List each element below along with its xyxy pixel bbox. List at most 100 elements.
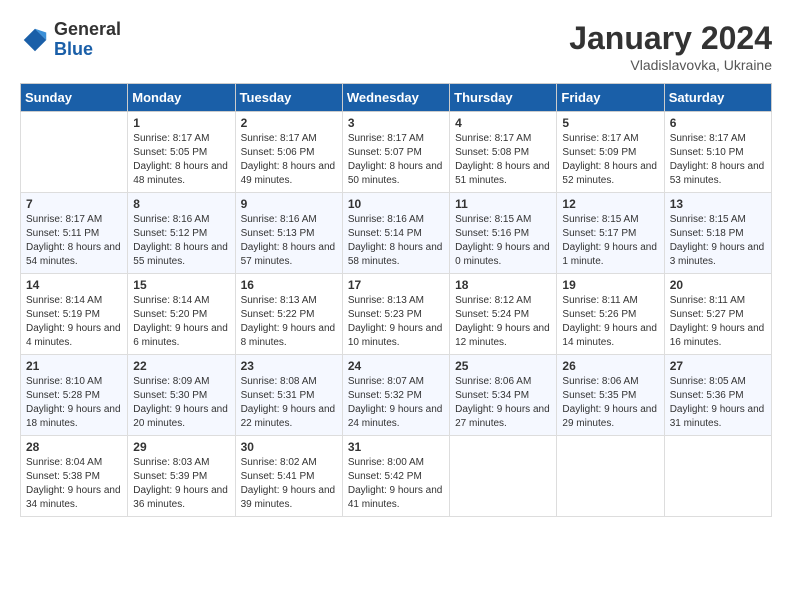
weekday-header-row: SundayMondayTuesdayWednesdayThursdayFrid… — [21, 84, 772, 112]
day-info: Sunrise: 8:13 AMSunset: 5:23 PMDaylight:… — [348, 294, 444, 350]
day-info: Sunrise: 8:14 AMSunset: 5:20 PMDaylight:… — [133, 294, 229, 350]
logo-text: General Blue — [54, 20, 121, 60]
day-info: Sunrise: 8:06 AMSunset: 5:35 PMDaylight:… — [562, 375, 658, 431]
day-number: 21 — [26, 359, 122, 373]
weekday-header: Friday — [557, 84, 664, 112]
calendar-cell: 18 Sunrise: 8:12 AMSunset: 5:24 PMDaylig… — [450, 274, 557, 355]
day-number: 25 — [455, 359, 551, 373]
calendar-cell: 12 Sunrise: 8:15 AMSunset: 5:17 PMDaylig… — [557, 193, 664, 274]
calendar-cell — [450, 436, 557, 517]
calendar-cell: 9 Sunrise: 8:16 AMSunset: 5:13 PMDayligh… — [235, 193, 342, 274]
day-info: Sunrise: 8:17 AMSunset: 5:07 PMDaylight:… — [348, 132, 444, 188]
calendar-cell — [557, 436, 664, 517]
day-info: Sunrise: 8:13 AMSunset: 5:22 PMDaylight:… — [241, 294, 337, 350]
day-number: 26 — [562, 359, 658, 373]
day-info: Sunrise: 8:06 AMSunset: 5:34 PMDaylight:… — [455, 375, 551, 431]
calendar-cell: 14 Sunrise: 8:14 AMSunset: 5:19 PMDaylig… — [21, 274, 128, 355]
day-number: 23 — [241, 359, 337, 373]
logo-blue: Blue — [54, 40, 121, 60]
day-info: Sunrise: 8:17 AMSunset: 5:11 PMDaylight:… — [26, 213, 122, 269]
weekday-header: Thursday — [450, 84, 557, 112]
calendar-cell: 17 Sunrise: 8:13 AMSunset: 5:23 PMDaylig… — [342, 274, 449, 355]
day-info: Sunrise: 8:16 AMSunset: 5:12 PMDaylight:… — [133, 213, 229, 269]
calendar-cell: 10 Sunrise: 8:16 AMSunset: 5:14 PMDaylig… — [342, 193, 449, 274]
calendar-cell: 29 Sunrise: 8:03 AMSunset: 5:39 PMDaylig… — [128, 436, 235, 517]
day-info: Sunrise: 8:00 AMSunset: 5:42 PMDaylight:… — [348, 456, 444, 512]
calendar-cell: 15 Sunrise: 8:14 AMSunset: 5:20 PMDaylig… — [128, 274, 235, 355]
day-info: Sunrise: 8:08 AMSunset: 5:31 PMDaylight:… — [241, 375, 337, 431]
day-info: Sunrise: 8:14 AMSunset: 5:19 PMDaylight:… — [26, 294, 122, 350]
calendar-cell: 11 Sunrise: 8:15 AMSunset: 5:16 PMDaylig… — [450, 193, 557, 274]
logo-general: General — [54, 20, 121, 40]
calendar-cell: 3 Sunrise: 8:17 AMSunset: 5:07 PMDayligh… — [342, 112, 449, 193]
calendar-cell: 27 Sunrise: 8:05 AMSunset: 5:36 PMDaylig… — [664, 355, 771, 436]
month-title: January 2024 — [569, 20, 772, 57]
day-info: Sunrise: 8:15 AMSunset: 5:16 PMDaylight:… — [455, 213, 551, 269]
day-number: 20 — [670, 278, 766, 292]
calendar-cell: 6 Sunrise: 8:17 AMSunset: 5:10 PMDayligh… — [664, 112, 771, 193]
day-info: Sunrise: 8:10 AMSunset: 5:28 PMDaylight:… — [26, 375, 122, 431]
day-info: Sunrise: 8:16 AMSunset: 5:13 PMDaylight:… — [241, 213, 337, 269]
logo-icon — [20, 25, 50, 55]
calendar-cell — [21, 112, 128, 193]
weekday-header: Tuesday — [235, 84, 342, 112]
day-number: 7 — [26, 197, 122, 211]
day-number: 19 — [562, 278, 658, 292]
day-info: Sunrise: 8:11 AMSunset: 5:26 PMDaylight:… — [562, 294, 658, 350]
day-number: 2 — [241, 116, 337, 130]
day-info: Sunrise: 8:15 AMSunset: 5:17 PMDaylight:… — [562, 213, 658, 269]
calendar-cell: 5 Sunrise: 8:17 AMSunset: 5:09 PMDayligh… — [557, 112, 664, 193]
day-number: 13 — [670, 197, 766, 211]
day-number: 28 — [26, 440, 122, 454]
day-info: Sunrise: 8:05 AMSunset: 5:36 PMDaylight:… — [670, 375, 766, 431]
day-info: Sunrise: 8:04 AMSunset: 5:38 PMDaylight:… — [26, 456, 122, 512]
calendar-cell: 2 Sunrise: 8:17 AMSunset: 5:06 PMDayligh… — [235, 112, 342, 193]
day-number: 30 — [241, 440, 337, 454]
day-info: Sunrise: 8:17 AMSunset: 5:06 PMDaylight:… — [241, 132, 337, 188]
day-number: 27 — [670, 359, 766, 373]
calendar-cell: 26 Sunrise: 8:06 AMSunset: 5:35 PMDaylig… — [557, 355, 664, 436]
day-number: 16 — [241, 278, 337, 292]
weekday-header: Wednesday — [342, 84, 449, 112]
day-info: Sunrise: 8:17 AMSunset: 5:10 PMDaylight:… — [670, 132, 766, 188]
weekday-header: Sunday — [21, 84, 128, 112]
calendar-week-row: 21 Sunrise: 8:10 AMSunset: 5:28 PMDaylig… — [21, 355, 772, 436]
calendar-table: SundayMondayTuesdayWednesdayThursdayFrid… — [20, 83, 772, 517]
calendar-cell: 13 Sunrise: 8:15 AMSunset: 5:18 PMDaylig… — [664, 193, 771, 274]
calendar-week-row: 14 Sunrise: 8:14 AMSunset: 5:19 PMDaylig… — [21, 274, 772, 355]
calendar-cell: 16 Sunrise: 8:13 AMSunset: 5:22 PMDaylig… — [235, 274, 342, 355]
calendar-cell: 20 Sunrise: 8:11 AMSunset: 5:27 PMDaylig… — [664, 274, 771, 355]
day-info: Sunrise: 8:17 AMSunset: 5:08 PMDaylight:… — [455, 132, 551, 188]
calendar-cell: 30 Sunrise: 8:02 AMSunset: 5:41 PMDaylig… — [235, 436, 342, 517]
day-info: Sunrise: 8:09 AMSunset: 5:30 PMDaylight:… — [133, 375, 229, 431]
day-number: 8 — [133, 197, 229, 211]
day-number: 24 — [348, 359, 444, 373]
location: Vladislavovka, Ukraine — [569, 57, 772, 73]
logo: General Blue — [20, 20, 121, 60]
day-number: 10 — [348, 197, 444, 211]
day-number: 11 — [455, 197, 551, 211]
title-section: January 2024 Vladislavovka, Ukraine — [569, 20, 772, 73]
calendar-week-row: 28 Sunrise: 8:04 AMSunset: 5:38 PMDaylig… — [21, 436, 772, 517]
day-number: 6 — [670, 116, 766, 130]
day-number: 22 — [133, 359, 229, 373]
day-number: 4 — [455, 116, 551, 130]
day-number: 18 — [455, 278, 551, 292]
weekday-header: Monday — [128, 84, 235, 112]
calendar-cell: 19 Sunrise: 8:11 AMSunset: 5:26 PMDaylig… — [557, 274, 664, 355]
day-info: Sunrise: 8:12 AMSunset: 5:24 PMDaylight:… — [455, 294, 551, 350]
day-number: 5 — [562, 116, 658, 130]
day-number: 9 — [241, 197, 337, 211]
day-number: 15 — [133, 278, 229, 292]
calendar-cell: 1 Sunrise: 8:17 AMSunset: 5:05 PMDayligh… — [128, 112, 235, 193]
calendar-cell: 21 Sunrise: 8:10 AMSunset: 5:28 PMDaylig… — [21, 355, 128, 436]
day-number: 29 — [133, 440, 229, 454]
day-number: 1 — [133, 116, 229, 130]
calendar-cell: 25 Sunrise: 8:06 AMSunset: 5:34 PMDaylig… — [450, 355, 557, 436]
day-info: Sunrise: 8:17 AMSunset: 5:09 PMDaylight:… — [562, 132, 658, 188]
calendar-cell: 22 Sunrise: 8:09 AMSunset: 5:30 PMDaylig… — [128, 355, 235, 436]
day-info: Sunrise: 8:15 AMSunset: 5:18 PMDaylight:… — [670, 213, 766, 269]
day-number: 31 — [348, 440, 444, 454]
calendar-cell: 28 Sunrise: 8:04 AMSunset: 5:38 PMDaylig… — [21, 436, 128, 517]
calendar-cell: 23 Sunrise: 8:08 AMSunset: 5:31 PMDaylig… — [235, 355, 342, 436]
